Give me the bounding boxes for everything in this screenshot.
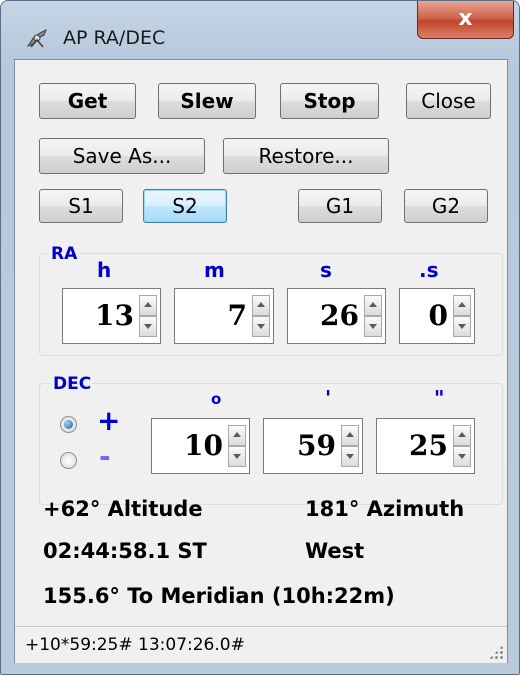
dec-seconds-header: ": [434, 386, 445, 410]
ra-group-label: RA: [49, 244, 80, 264]
dec-degrees-header: o: [211, 390, 222, 408]
ra-tenths-up-arrow-icon[interactable]: [453, 295, 471, 316]
resize-grip-icon[interactable]: [489, 645, 503, 659]
altitude-readout: +62° Altitude: [43, 497, 203, 521]
ra-hours-down-arrow-icon[interactable]: [139, 316, 157, 337]
dec-seconds-stepper[interactable]: 25: [376, 418, 475, 474]
dec-minutes-header: ': [325, 386, 332, 410]
title-bar[interactable]: AP RA/DEC x: [1, 1, 519, 59]
dec-minutes-down-arrow-icon[interactable]: [341, 446, 359, 467]
meridian-readout: 155.6° To Meridian (10h:22m): [43, 584, 395, 608]
ra-minutes-up-arrow-icon[interactable]: [252, 295, 270, 316]
dec-minutes-value: 59: [297, 429, 336, 462]
ra-hours-up-arrow-icon[interactable]: [139, 295, 157, 316]
close-button[interactable]: Close: [406, 83, 491, 119]
ra-minutes-value: 7: [227, 299, 247, 332]
s2-button[interactable]: S2: [143, 189, 227, 223]
window-close-button[interactable]: x: [417, 1, 514, 39]
dec-plus-radio[interactable]: [60, 416, 77, 433]
close-icon: x: [458, 6, 473, 31]
ra-hours-stepper[interactable]: 13: [62, 288, 161, 344]
pier-side-readout: West: [305, 539, 365, 563]
dec-seconds-down-arrow-icon[interactable]: [453, 446, 471, 467]
dec-minutes-stepper[interactable]: 59: [263, 418, 363, 474]
g1-button[interactable]: G1: [298, 189, 382, 223]
ra-seconds-header: s: [320, 258, 332, 282]
dec-seconds-value: 25: [409, 429, 448, 462]
ra-seconds-up-arrow-icon[interactable]: [364, 295, 382, 316]
dec-degrees-up-arrow-icon[interactable]: [228, 425, 246, 446]
sidereal-time-readout: 02:44:58.1 ST: [43, 539, 207, 563]
ra-tenths-value: 0: [428, 299, 448, 332]
dec-minus-label: -: [99, 440, 111, 473]
dec-degrees-down-arrow-icon[interactable]: [228, 446, 246, 467]
window-title: AP RA/DEC: [63, 27, 166, 49]
telescope-icon: [25, 26, 49, 50]
get-button[interactable]: Get: [39, 83, 136, 119]
dec-seconds-up-arrow-icon[interactable]: [453, 425, 471, 446]
ra-fraction-header: .s: [419, 258, 439, 282]
dec-plus-label: +: [97, 404, 121, 437]
ra-minutes-stepper[interactable]: 7: [174, 288, 274, 344]
s1-button[interactable]: S1: [39, 189, 123, 223]
azimuth-readout: 181° Azimuth: [305, 497, 465, 521]
ra-seconds-value: 26: [320, 299, 359, 332]
ra-tenths-stepper[interactable]: 0: [399, 288, 475, 344]
dec-minutes-up-arrow-icon[interactable]: [341, 425, 359, 446]
dec-degrees-value: 10: [184, 429, 223, 462]
status-bar: +10*59:25# 13:07:26.0#: [15, 626, 507, 663]
g2-button[interactable]: G2: [404, 189, 488, 223]
dec-minus-radio[interactable]: [60, 452, 77, 469]
dec-degrees-stepper[interactable]: 10: [151, 418, 250, 474]
client-area: Get Slew Stop Close Save As... Restore..…: [14, 59, 508, 663]
ra-dec-window: AP RA/DEC x Get Slew Stop Close Save As.…: [0, 0, 520, 675]
status-text: +10*59:25# 13:07:26.0#: [25, 635, 245, 655]
ra-hours-header: h: [97, 258, 112, 282]
ra-minutes-down-arrow-icon[interactable]: [252, 316, 270, 337]
ra-hours-value: 13: [95, 299, 134, 332]
save-as-button[interactable]: Save As...: [39, 138, 205, 174]
slew-button[interactable]: Slew: [158, 83, 256, 119]
ra-seconds-stepper[interactable]: 26: [287, 288, 386, 344]
ra-tenths-down-arrow-icon[interactable]: [453, 316, 471, 337]
stop-button[interactable]: Stop: [280, 83, 379, 119]
dec-group-label: DEC: [51, 374, 94, 394]
ra-seconds-down-arrow-icon[interactable]: [364, 316, 382, 337]
restore-button[interactable]: Restore...: [223, 138, 389, 174]
ra-minutes-header: m: [204, 258, 225, 282]
